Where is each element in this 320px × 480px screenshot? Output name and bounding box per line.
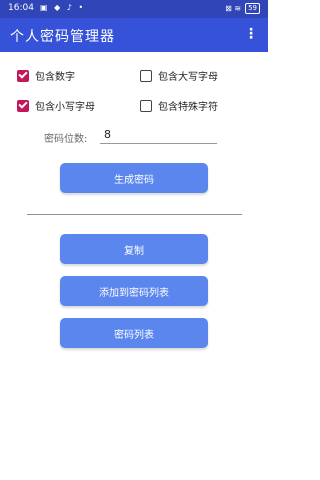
status-time: 16:04 [8, 3, 34, 13]
generate-password-button[interactable]: 生成密码 [60, 163, 208, 193]
checkbox-label: 包含数字 [35, 72, 75, 83]
app-title: 个人密码管理器 [10, 29, 115, 45]
checkbox-checked-icon [17, 69, 29, 82]
signal-wifi-icon: ⊠ ≋ [225, 4, 242, 13]
add-to-list-button[interactable]: 添加到密码列表 [60, 276, 208, 306]
include-lowercase-checkbox[interactable]: 包含小写字母 [17, 98, 95, 113]
copy-button[interactable]: 复制 [60, 234, 208, 264]
overflow-menu-icon[interactable]: ⋮ [244, 26, 258, 42]
notification-icons: ▣ ◆ ♪ • [40, 3, 86, 12]
password-length-label: 密码位数: [44, 134, 88, 145]
app-bar: 个人密码管理器 ⋮ [0, 18, 268, 52]
checkbox-label: 包含大写字母 [158, 72, 218, 83]
password-list-button[interactable]: 密码列表 [60, 318, 208, 348]
checkbox-unchecked-icon [140, 69, 152, 82]
battery-icon: 59 [245, 3, 260, 14]
password-length-input[interactable] [100, 126, 217, 144]
checkbox-unchecked-icon [140, 99, 152, 112]
checkbox-label: 包含小写字母 [35, 102, 95, 113]
status-bar: 16:04 ▣ ◆ ♪ • ⊠ ≋ 59 [0, 0, 268, 18]
include-special-checkbox[interactable]: 包含特殊字符 [140, 98, 218, 113]
include-digits-checkbox[interactable]: 包含数字 [17, 68, 75, 83]
include-uppercase-checkbox[interactable]: 包含大写字母 [140, 68, 218, 83]
checkbox-checked-icon [17, 99, 29, 112]
system-icons: ⊠ ≋ 59 [225, 3, 260, 14]
generated-password-field[interactable] [27, 214, 242, 215]
checkbox-label: 包含特殊字符 [158, 102, 218, 113]
